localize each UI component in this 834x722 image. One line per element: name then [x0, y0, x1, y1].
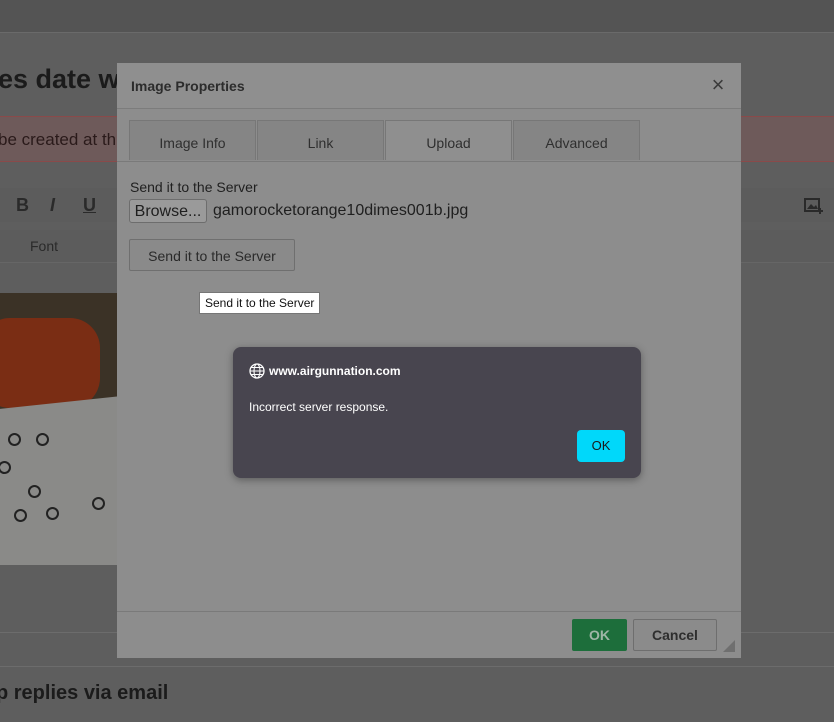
dialog-footer: OK Cancel: [117, 611, 741, 658]
alert-host: www.airgunnation.com: [269, 364, 401, 378]
tabs-divider: [117, 161, 741, 162]
attached-photo: [0, 293, 117, 565]
email-replies-label: p replies via email: [0, 682, 169, 704]
browse-button[interactable]: Browse...: [129, 199, 207, 223]
tab-image-info[interactable]: Image Info: [129, 120, 256, 160]
underline-button[interactable]: U: [83, 195, 96, 216]
resize-handle-icon[interactable]: [723, 640, 735, 652]
send-to-server-button[interactable]: Send it to the Server: [129, 239, 295, 271]
font-dropdown[interactable]: Font: [30, 238, 58, 254]
thread-title: es date wi: [0, 64, 128, 94]
selected-filename: gamorocketorange10dimes001b.jpg: [213, 202, 469, 219]
dialog-title: Image Properties: [131, 78, 245, 94]
italic-button[interactable]: I: [50, 195, 55, 216]
bold-button[interactable]: B: [16, 195, 29, 216]
divider: [0, 666, 834, 667]
browser-alert-dialog: www.airgunnation.com Incorrect server re…: [233, 347, 641, 478]
tab-advanced[interactable]: Advanced: [513, 120, 640, 160]
ok-button[interactable]: OK: [572, 619, 627, 651]
error-banner-text: be created at th: [0, 130, 117, 149]
close-icon[interactable]: ×: [707, 74, 729, 96]
tooltip: Send it to the Server: [199, 292, 321, 314]
insert-image-icon[interactable]: [804, 196, 824, 216]
tab-link[interactable]: Link: [257, 120, 384, 160]
tab-upload[interactable]: Upload: [385, 120, 512, 160]
dialog-header: Image Properties ×: [117, 63, 741, 109]
alert-message: Incorrect server response.: [249, 400, 389, 414]
alert-ok-button[interactable]: OK: [577, 430, 625, 462]
cancel-button[interactable]: Cancel: [633, 619, 717, 651]
upload-label: Send it to the Server: [130, 179, 258, 195]
globe-icon: [249, 363, 265, 379]
top-bar: [0, 0, 834, 33]
